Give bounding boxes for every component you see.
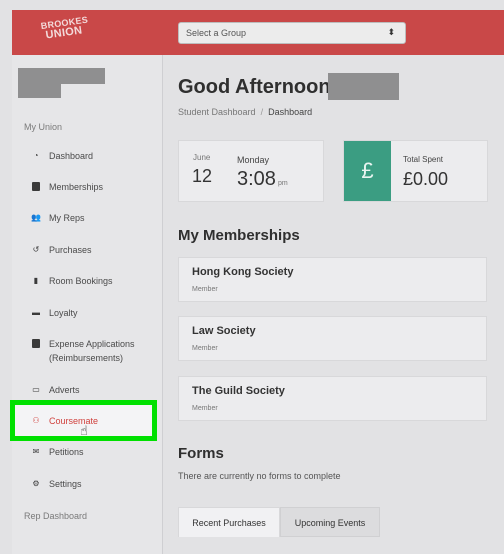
inbox-icon: ✉: [32, 447, 40, 456]
sidebar-item-loyalty[interactable]: ▬ Loyalty: [30, 308, 160, 328]
tab-upcoming-events[interactable]: Upcoming Events: [280, 507, 380, 537]
dashboard-icon: ◔: [33, 151, 39, 160]
sidebar-item-my-reps[interactable]: 👥 My Reps: [30, 213, 160, 233]
page-title: Good Afternoon,: [178, 76, 337, 98]
card-icon: ▬: [32, 308, 40, 317]
sidebar-item-settings[interactable]: ⚙ Settings: [30, 479, 160, 499]
sidebar-item-room-bookings[interactable]: ▮ Room Bookings: [30, 276, 160, 296]
sort-caret-icon: ⬍: [387, 27, 395, 37]
door-icon: ▮: [33, 276, 39, 285]
membership-card[interactable]: Law Society Member: [178, 316, 487, 361]
sidebar-item-purchases[interactable]: ↺ Purchases: [30, 245, 160, 265]
tab-recent-purchases[interactable]: Recent Purchases: [178, 507, 280, 537]
total-spent-value: £0.00: [403, 169, 449, 189]
date-card: June 12 Monday 3:08 pm: [178, 140, 324, 202]
sidebar-item-memberships[interactable]: Memberships: [30, 182, 160, 202]
sidebar-item-dashboard[interactable]: ◔ Dashboard: [30, 151, 160, 171]
sidebar-item-adverts[interactable]: ▭ Adverts: [30, 385, 160, 405]
forms-heading: Forms: [178, 445, 224, 462]
sidebar-item-coursemate[interactable]: ⚇ Coursemate: [30, 416, 160, 436]
group-select-value: Select a Group: [186, 28, 247, 38]
union-logo[interactable]: BROOKES UNION: [40, 15, 89, 51]
redacted-user-name: [18, 68, 105, 98]
breadcrumb: Student Dashboard / Dashboard: [178, 107, 313, 117]
gear-icon: ⚙: [32, 479, 40, 488]
pound-icon: £: [344, 141, 391, 201]
total-spent-card: £ Total Spent £0.00: [343, 140, 488, 202]
forms-empty-note: There are currently no forms to complete: [178, 471, 341, 481]
section-label-my-union: My Union: [24, 122, 63, 132]
handshake-icon: ⚇: [32, 416, 40, 425]
receipt-icon: [30, 339, 42, 349]
breadcrumb-current: Dashboard: [268, 107, 313, 117]
memberships-heading: My Memberships: [178, 227, 300, 244]
hand-pointer-cursor-icon: ☝: [80, 423, 88, 438]
id-card-icon: [30, 182, 42, 192]
ad-icon: ▭: [32, 385, 40, 394]
users-icon: 👥: [31, 213, 41, 222]
dashboard-tabs: Recent Purchases Upcoming Events: [178, 507, 380, 537]
section-label-rep-dashboard[interactable]: Rep Dashboard: [24, 511, 87, 521]
redacted-user-name: [328, 73, 399, 100]
history-icon: ↺: [32, 245, 40, 254]
group-select[interactable]: Select a Group ⬍: [178, 22, 406, 44]
membership-card[interactable]: Hong Kong Society Member: [178, 257, 487, 302]
sidebar-item-expense-applications[interactable]: Expense Applications (Reimbursements): [30, 339, 160, 369]
breadcrumb-root[interactable]: Student Dashboard: [178, 107, 256, 117]
membership-card[interactable]: The Guild Society Member: [178, 376, 487, 421]
sidebar-item-petitions[interactable]: ✉ Petitions: [30, 447, 160, 467]
